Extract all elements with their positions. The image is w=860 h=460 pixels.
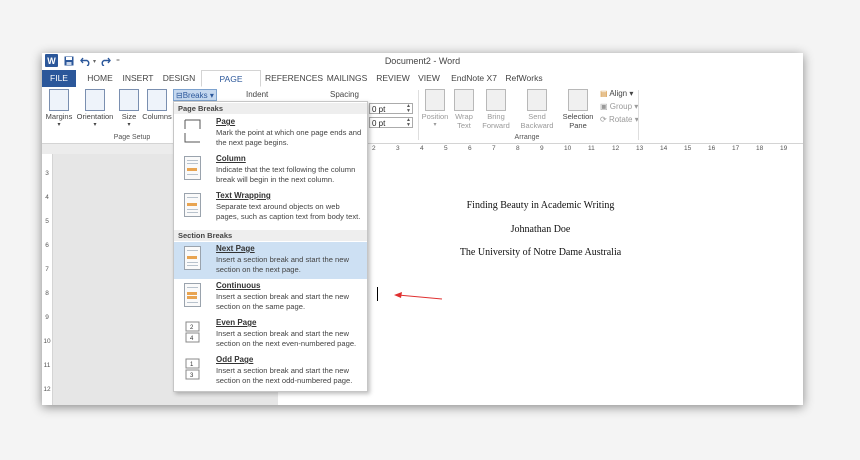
menu-item-title: Continuous [216, 281, 261, 290]
breaks-menu: Page Breaks Page Mark the point at which… [173, 101, 368, 392]
menu-item-desc: Separate text around objects on web page… [216, 202, 361, 221]
menu-item-odd-page[interactable]: 13 Odd Page Insert a section break and s… [174, 353, 367, 390]
menu-item-title: Text Wrapping [216, 191, 271, 200]
odd-page-icon: 13 [184, 357, 201, 381]
menu-item-desc: Insert a section break and start the new… [216, 255, 349, 274]
menu-item-column[interactable]: Column Indicate that the text following … [174, 152, 367, 189]
menu-item-page[interactable]: Page Mark the point at which one page en… [174, 115, 367, 152]
menu-item-desc: Indicate that the text following the col… [216, 165, 356, 184]
menu-item-title: Page [216, 117, 236, 126]
menu-item-next-page[interactable]: Next Page Insert a section break and sta… [174, 242, 367, 279]
menu-item-continuous[interactable]: Continuous Insert a section break and st… [174, 279, 367, 316]
section-breaks-header: Section Breaks [174, 230, 367, 241]
page-breaks-header: Page Breaks [174, 103, 367, 114]
word-window: W ▾ = Document2 - Word FILE HOME INSERT … [42, 53, 803, 405]
next-page-icon [184, 246, 201, 270]
breaks-button[interactable]: ⊟Breaks ▾ [173, 89, 217, 101]
annotation-arrow [394, 292, 443, 300]
menu-item-desc: Insert a section break and start the new… [216, 366, 353, 385]
menu-item-desc: Insert a section break and start the new… [216, 292, 349, 311]
continuous-icon [184, 283, 201, 307]
column-break-icon [184, 156, 201, 180]
menu-item-desc: Mark the point at which one page ends an… [216, 128, 362, 147]
menu-item-title: Odd Page [216, 355, 254, 364]
menu-item-title: Next Page [216, 244, 255, 253]
menu-item-title: Column [216, 154, 246, 163]
breaks-icon: ⊟ [176, 91, 183, 100]
even-page-icon: 24 [184, 320, 201, 344]
menu-item-even-page[interactable]: 24 Even Page Insert a section break and … [174, 316, 367, 353]
menu-item-text-wrapping[interactable]: Text Wrapping Separate text around objec… [174, 189, 367, 226]
menu-item-desc: Insert a section break and start the new… [216, 329, 357, 348]
page-break-icon [184, 119, 201, 143]
menu-item-title: Even Page [216, 318, 257, 327]
text-wrapping-icon [184, 193, 201, 217]
